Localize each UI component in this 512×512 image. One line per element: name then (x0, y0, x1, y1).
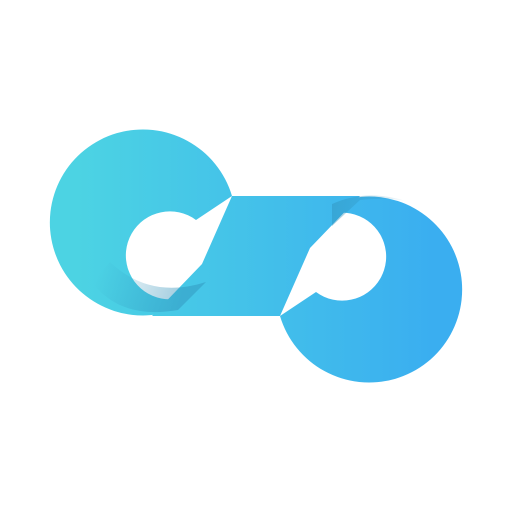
infinity-loop-icon (49, 129, 463, 383)
app-icon-canvas (0, 0, 512, 512)
